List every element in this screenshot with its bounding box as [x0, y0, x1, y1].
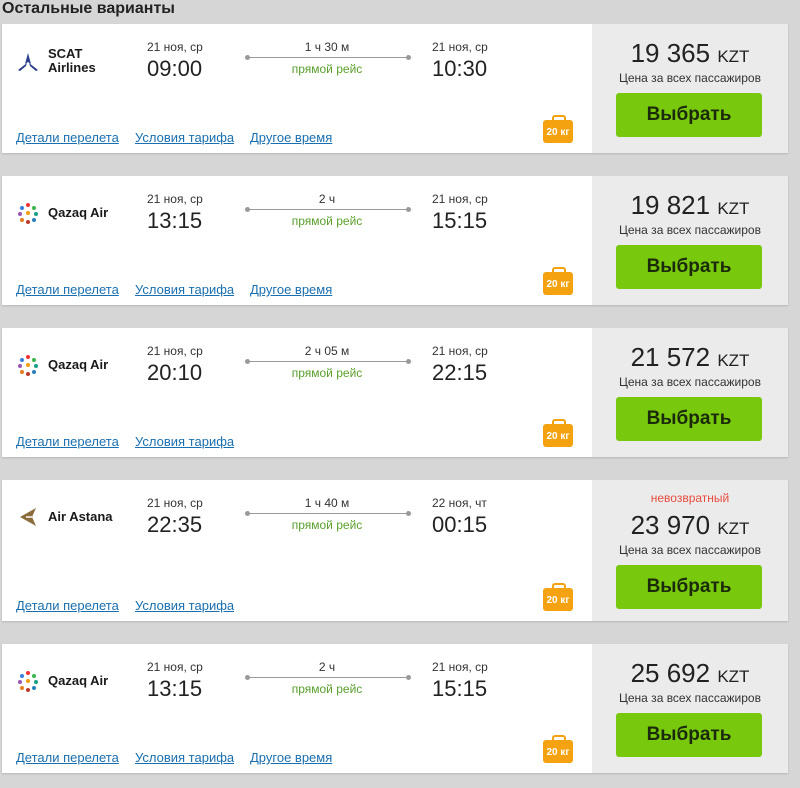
route-type: прямой рейс: [291, 682, 363, 696]
price-panel: 19 821 KZT Цена за всех пассажиров Выбра…: [592, 176, 788, 305]
price: 19 365 KZT: [630, 38, 750, 68]
price-note: Цена за всех пассажиров: [619, 71, 761, 85]
route-line: [245, 511, 411, 516]
flight-card: Qazaq Air 21 ноя, ср 20:10 2 ч 05 м прям…: [2, 328, 788, 457]
price-panel: 19 365 KZT Цена за всех пассажиров Выбра…: [592, 24, 788, 153]
arrival-date: 21 ноя, ср: [432, 660, 488, 674]
departure-time: 09:00: [147, 56, 203, 81]
route-type: прямой рейс: [291, 214, 363, 228]
section-title: Остальные варианты: [2, 0, 175, 17]
arrival-time: 00:15: [432, 512, 488, 537]
flight-card: Air Astana 21 ноя, ср 22:35 1 ч 40 м пря…: [2, 480, 788, 621]
departure-time: 22:35: [147, 512, 203, 537]
tariff-conditions-link[interactable]: Условия тарифа: [135, 130, 234, 145]
route-line: [245, 55, 411, 60]
flight-duration: 1 ч 30 м: [304, 40, 350, 54]
departure-time: 13:15: [147, 208, 203, 233]
flight-card: Qazaq Air 21 ноя, ср 13:15 2 ч прямой ре…: [2, 644, 788, 773]
price-panel: невозвратный 23 970 KZT Цена за всех пас…: [592, 480, 788, 621]
price: 23 970 KZT: [630, 510, 750, 540]
airline-name-line: SCAT: [48, 46, 83, 61]
price: 21 572 KZT: [630, 342, 750, 372]
other-time-link[interactable]: Другое время: [250, 750, 332, 765]
flight-details-link[interactable]: Детали перелета: [16, 282, 119, 297]
arrival-date: 21 ноя, ср: [432, 344, 488, 358]
nonrefundable-label: невозвратный: [650, 491, 730, 505]
route-line: [245, 675, 411, 680]
select-button[interactable]: Выбрать: [616, 565, 762, 609]
price: 25 692 KZT: [630, 658, 750, 688]
tariff-conditions-link[interactable]: Условия тарифа: [135, 282, 234, 297]
airline-name: SCAT Airlines: [48, 47, 96, 75]
price-note: Цена за всех пассажиров: [619, 375, 761, 389]
select-button[interactable]: Выбрать: [616, 397, 762, 441]
scat-airlines-logo-icon: [18, 53, 38, 71]
route-type: прямой рейс: [291, 62, 363, 76]
departure-time: 20:10: [147, 360, 203, 385]
departure-date: 21 ноя, ср: [147, 40, 203, 54]
flight-card: SCAT Airlines 21 ноя, ср 09:00 1 ч 30 м …: [2, 24, 788, 153]
departure-date: 21 ноя, ср: [147, 660, 203, 674]
airline-name: Qazaq Air: [48, 357, 109, 372]
baggage-badge: 20 кг: [543, 424, 573, 447]
airline-name: Air Astana: [48, 509, 113, 524]
flight-card: Qazaq Air 21 ноя, ср 13:15 2 ч прямой ре…: [2, 176, 788, 305]
route-type: прямой рейс: [291, 518, 363, 532]
flight-details-link[interactable]: Детали перелета: [16, 598, 119, 613]
qazaq-air-logo-icon: [18, 203, 38, 224]
departure-date: 21 ноя, ср: [147, 344, 203, 358]
select-button[interactable]: Выбрать: [616, 245, 762, 289]
baggage-badge: 20 кг: [543, 272, 573, 295]
airline-name: Qazaq Air: [48, 673, 109, 688]
airline-name-line: Airlines: [48, 60, 96, 75]
flight-details-link[interactable]: Детали перелета: [16, 434, 119, 449]
route-type: прямой рейс: [291, 366, 363, 380]
qazaq-air-logo-icon: [18, 355, 38, 376]
arrival-date: 21 ноя, ср: [432, 192, 488, 206]
arrival-time: 22:15: [432, 360, 488, 385]
qazaq-air-logo-icon: [18, 671, 38, 692]
price-panel: 25 692 KZT Цена за всех пассажиров Выбра…: [592, 644, 788, 773]
select-button[interactable]: Выбрать: [616, 713, 762, 757]
other-time-link[interactable]: Другое время: [250, 130, 332, 145]
flight-details-link[interactable]: Детали перелета: [16, 130, 119, 145]
price-note: Цена за всех пассажиров: [619, 223, 761, 237]
other-time-link[interactable]: Другое время: [250, 282, 332, 297]
tariff-conditions-link[interactable]: Условия тарифа: [135, 750, 234, 765]
price-note: Цена за всех пассажиров: [619, 543, 761, 557]
departure-date: 21 ноя, ср: [147, 192, 203, 206]
baggage-badge: 20 кг: [543, 740, 573, 763]
select-button[interactable]: Выбрать: [616, 93, 762, 137]
arrival-time: 10:30: [432, 56, 488, 81]
flight-details-link[interactable]: Детали перелета: [16, 750, 119, 765]
route-line: [245, 207, 411, 212]
route-line: [245, 359, 411, 364]
departure-time: 13:15: [147, 676, 203, 701]
departure-date: 21 ноя, ср: [147, 496, 203, 510]
price: 19 821 KZT: [630, 190, 750, 220]
air-astana-logo-icon: [20, 508, 36, 526]
arrival-time: 15:15: [432, 208, 488, 233]
flight-duration: 2 ч: [318, 192, 336, 206]
airline-name: Qazaq Air: [48, 205, 109, 220]
arrival-date: 21 ноя, ср: [432, 40, 488, 54]
tariff-conditions-link[interactable]: Условия тарифа: [135, 434, 234, 449]
baggage-badge: 20 кг: [543, 120, 573, 143]
arrival-time: 15:15: [432, 676, 488, 701]
price-panel: 21 572 KZT Цена за всех пассажиров Выбра…: [592, 328, 788, 457]
flight-duration: 2 ч: [318, 660, 336, 674]
flight-duration: 1 ч 40 м: [304, 496, 350, 510]
price-note: Цена за всех пассажиров: [619, 691, 761, 705]
baggage-badge: 20 кг: [543, 588, 573, 611]
tariff-conditions-link[interactable]: Условия тарифа: [135, 598, 234, 613]
arrival-date: 22 ноя, чт: [432, 496, 487, 510]
flight-duration: 2 ч 05 м: [304, 344, 350, 358]
